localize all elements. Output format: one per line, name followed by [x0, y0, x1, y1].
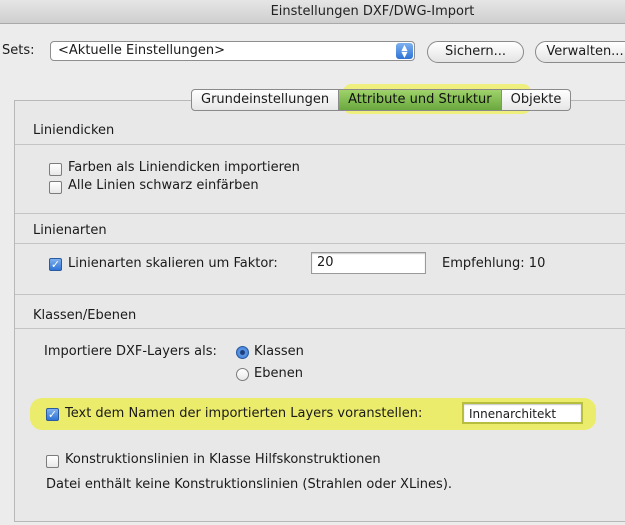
divider	[15, 144, 625, 145]
save-button[interactable]: Sichern...	[427, 41, 524, 63]
tab-objekte[interactable]: Objekte	[501, 89, 572, 111]
line-types-heading: Linienarten	[33, 223, 107, 238]
scale-factor-input[interactable]: 20	[311, 252, 426, 274]
layers-radio-label: Ebenen	[254, 366, 303, 381]
manage-button[interactable]: Verwalten...	[535, 41, 625, 63]
divider	[15, 294, 625, 295]
divider	[15, 243, 625, 244]
divider	[15, 213, 625, 214]
prefix-text-input[interactable]: Innenarchitekt	[462, 402, 583, 424]
classes-layers-heading: Klassen/Ebenen	[33, 308, 137, 323]
construction-lines-checkbox[interactable]	[46, 455, 59, 468]
sets-selected-value: <Aktuelle Einstellungen>	[58, 43, 226, 58]
tab-bar: Grundeinstellungen Attribute und Struktu…	[191, 89, 572, 111]
colors-as-lineweights-label: Farben als Liniendicken importieren	[68, 160, 300, 175]
construction-lines-note: Datei enthält keine Konstruktionslinien …	[46, 477, 453, 492]
colors-as-lineweights-checkbox[interactable]	[49, 163, 62, 176]
layers-radio[interactable]	[236, 368, 249, 381]
divider	[15, 328, 625, 329]
dropdown-arrows-icon: ▲ ▼	[396, 43, 413, 59]
prefix-layer-names-label: Text dem Namen der importierten Layers v…	[65, 406, 423, 421]
tab-attribute-und-struktur[interactable]: Attribute und Struktur	[339, 89, 502, 111]
sets-dropdown[interactable]: <Aktuelle Einstellungen> ▲ ▼	[50, 41, 415, 61]
all-lines-black-checkbox[interactable]	[49, 181, 62, 194]
construction-lines-label: Konstruktionslinien in Klasse Hilfskonst…	[65, 452, 381, 467]
scale-linetypes-label: Linienarten skalieren um Faktor:	[68, 256, 278, 271]
classes-radio[interactable]	[236, 346, 249, 359]
classes-radio-label: Klassen	[254, 344, 304, 359]
prefix-layer-names-checkbox[interactable]: ✓	[46, 408, 59, 421]
recommendation-text: Empfehlung: 10	[442, 256, 546, 271]
scale-linetypes-checkbox[interactable]: ✓	[49, 258, 62, 271]
import-layers-as-label: Importiere DXF-Layers als:	[44, 344, 217, 359]
sets-label: Sets:	[2, 43, 35, 58]
window-title: Einstellungen DXF/DWG-Import	[270, 4, 475, 19]
all-lines-black-label: Alle Linien schwarz einfärben	[68, 178, 259, 193]
line-weights-heading: Liniendicken	[33, 123, 115, 138]
window-titlebar: Einstellungen DXF/DWG-Import	[0, 0, 625, 24]
tab-grundeinstellungen[interactable]: Grundeinstellungen	[191, 89, 340, 111]
